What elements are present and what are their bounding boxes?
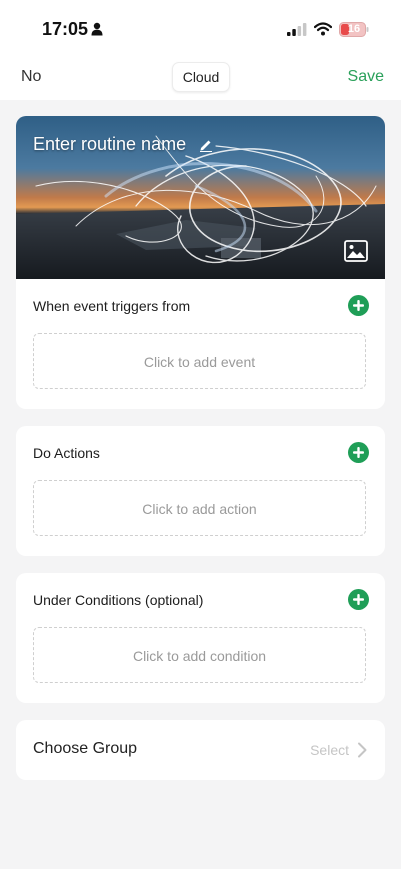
person-icon (91, 22, 103, 36)
save-button[interactable]: Save (348, 68, 384, 86)
image-icon[interactable] (344, 240, 368, 262)
add-action-plus-icon[interactable] (348, 442, 369, 463)
routine-cover-image[interactable]: Enter routine name (16, 116, 385, 279)
pencil-icon[interactable] (199, 138, 213, 152)
add-event-box[interactable]: Click to add event (33, 333, 366, 389)
routine-name-input[interactable]: Enter routine name (33, 134, 186, 155)
nav-bar: No Cloud Save (0, 58, 401, 100)
cloud-mode-button[interactable]: Cloud (172, 62, 230, 92)
signal-icon (287, 23, 307, 36)
status-bar: 17:05 16 (0, 0, 401, 58)
cancel-button[interactable]: No (21, 68, 41, 86)
group-select-value: Select (310, 742, 349, 758)
battery-level: 16 (347, 23, 361, 35)
wifi-icon (314, 22, 332, 36)
add-condition-plus-icon[interactable] (348, 589, 369, 610)
add-action-box[interactable]: Click to add action (33, 480, 366, 536)
choose-group-row[interactable]: Choose Group Select (16, 720, 385, 780)
chevron-right-icon (358, 742, 367, 758)
status-time: 17:05 (42, 19, 89, 39)
choose-group-label: Choose Group (33, 740, 138, 757)
condition-section-title: Under Conditions (optional) (33, 592, 204, 608)
event-section-title: When event triggers from (33, 298, 191, 314)
action-section-title: Do Actions (33, 445, 100, 461)
action-section: Do Actions Click to add action (16, 426, 385, 556)
add-condition-box[interactable]: Click to add condition (33, 627, 366, 683)
event-section: When event triggers from Click to add ev… (16, 279, 385, 409)
condition-section: Under Conditions (optional) Click to add… (16, 573, 385, 703)
add-event-plus-icon[interactable] (348, 295, 369, 316)
